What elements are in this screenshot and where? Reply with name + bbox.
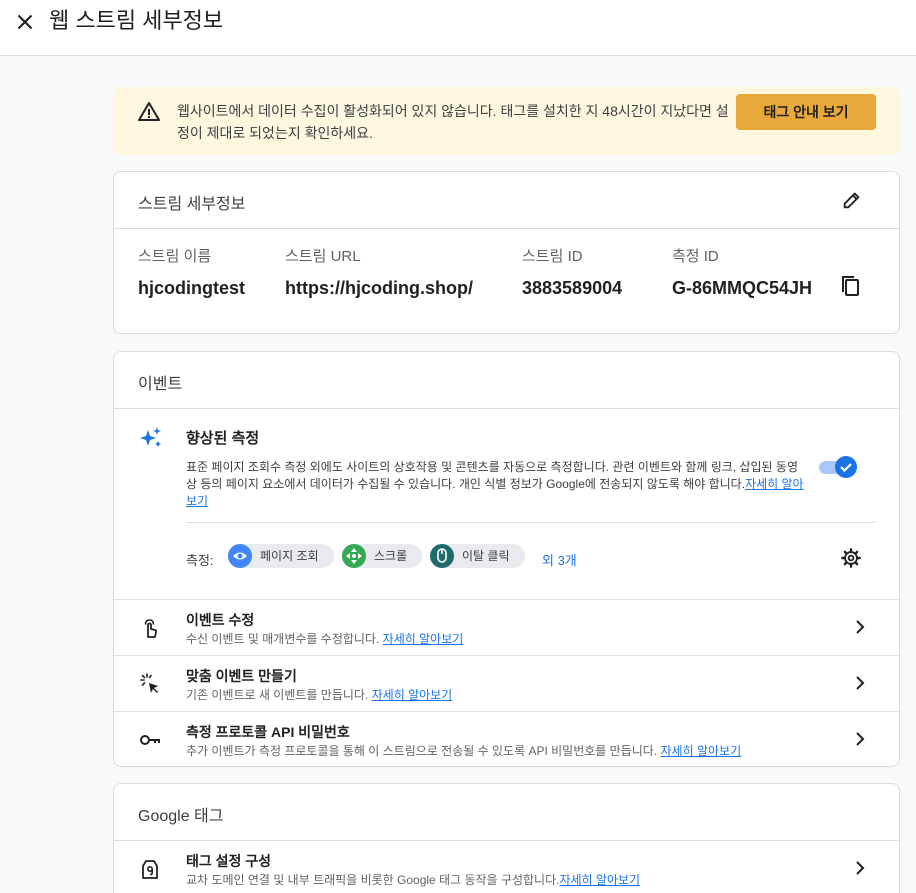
stream-id-field: 스트림 ID 3883589004 — [522, 248, 622, 299]
events-card-header: 이벤트 — [114, 352, 899, 409]
warning-icon — [137, 100, 161, 124]
stream-id-label: 스트림 ID — [522, 248, 583, 265]
events-card: 이벤트 향상된 측정 표준 페이지 조회수 측정 외에도 사이트의 상호작용 및… — [113, 351, 900, 767]
enhanced-measurement-description: 표준 페이지 조회수 측정 외에도 사이트의 상호작용 및 콘텐츠를 자동으로 … — [186, 459, 806, 510]
chip-outbound-click: 이탈 클릭 — [430, 544, 525, 568]
stream-details-card: 스트림 세부정보 스트림 이름 hjcodingtest 스트림 URL htt… — [113, 171, 900, 334]
measurement-id-value: G-86MMQC54JH — [672, 278, 813, 298]
stream-name-field: 스트림 이름 hjcodingtest — [138, 248, 245, 299]
row-configure-tag-settings-desc: 교차 도메인 연결 및 내부 트래픽을 비롯한 Google 태그 동작을 구성… — [186, 871, 640, 888]
tag-guide-button[interactable]: 태그 안내 보기 — [736, 94, 876, 130]
measure-label: 측정: — [186, 553, 214, 568]
google-tag-card-header: Google 태그 — [114, 784, 899, 841]
chevron-right-icon — [850, 858, 870, 878]
banner-message: 웹사이트에서 데이터 수집이 활성화되어 있지 않습니다. 태그를 설치한 지 … — [177, 103, 729, 141]
enhanced-measurement-toggle[interactable] — [819, 456, 857, 478]
scroll-icon — [342, 544, 366, 568]
chip-page-view: 페이지 조회 — [228, 544, 334, 568]
events-card-title: 이벤트 — [138, 376, 183, 393]
row-configure-tag-settings-desc-text: 교차 도메인 연결 및 내부 트래픽을 비롯한 Google 태그 동작을 구성… — [186, 873, 560, 887]
stream-card-title: 스트림 세부정보 — [138, 196, 246, 213]
row-modify-events-link[interactable]: 자세히 알아보기 — [383, 632, 464, 646]
stream-url-field: 스트림 URL https://hjcoding.shop/ — [285, 248, 473, 299]
mouse-icon — [430, 544, 454, 568]
chevron-right-icon — [850, 673, 870, 693]
stream-name-value: hjcodingtest — [138, 278, 245, 298]
enhanced-measurement-section: 향상된 측정 표준 페이지 조회수 측정 외에도 사이트의 상호작용 및 콘텐츠… — [114, 409, 899, 599]
more-measurements-link[interactable]: 외 3개 — [542, 550, 577, 569]
toggle-knob — [835, 456, 857, 478]
stream-url-label: 스트림 URL — [285, 248, 361, 265]
row-modify-events-desc: 수신 이벤트 및 매개변수를 수정합니다. 자세히 알아보기 — [186, 630, 463, 647]
chip-page-view-label: 페이지 조회 — [260, 549, 319, 563]
pencil-icon[interactable] — [841, 189, 863, 211]
row-measurement-protocol-api-link[interactable]: 자세히 알아보기 — [661, 744, 742, 758]
google-tag-card: Google 태그 태그 설정 구성 교차 도메인 연결 및 내부 트래픽을 비… — [113, 783, 900, 893]
row-measurement-protocol-api-title: 측정 프로토콜 API 비밀번호 — [186, 724, 350, 740]
row-modify-events[interactable]: 이벤트 수정 수신 이벤트 및 매개변수를 수정합니다. 자세히 알아보기 — [114, 599, 899, 655]
stream-name-label: 스트림 이름 — [138, 248, 212, 265]
key-icon — [138, 728, 162, 752]
row-create-custom-event-title: 맞춤 이벤트 만들기 — [186, 668, 297, 684]
divider — [186, 522, 875, 523]
measurement-id-label: 측정 ID — [672, 248, 719, 265]
row-create-custom-event-desc-text: 기존 이벤트로 새 이벤트를 만듭니다. — [186, 688, 372, 702]
chip-scroll: 스크롤 — [342, 544, 422, 568]
page-title: 웹 스트림 세부정보 — [49, 8, 224, 33]
stream-url-value: https://hjcoding.shop/ — [285, 278, 473, 298]
row-configure-tag-settings-link[interactable]: 자세히 알아보기 — [559, 873, 640, 887]
click-sparkle-icon — [138, 672, 162, 696]
row-create-custom-event-link[interactable]: 자세히 알아보기 — [372, 688, 453, 702]
row-modify-events-title: 이벤트 수정 — [186, 612, 255, 628]
row-configure-tag-settings[interactable]: 태그 설정 구성 교차 도메인 연결 및 내부 트래픽을 비롯한 Google … — [114, 841, 899, 893]
eye-icon — [228, 544, 252, 568]
touch-icon — [138, 616, 162, 640]
enhanced-description-text: 표준 페이지 조회수 측정 외에도 사이트의 상호작용 및 콘텐츠를 자동으로 … — [186, 460, 799, 491]
chip-scroll-label: 스크롤 — [374, 549, 408, 563]
close-icon[interactable] — [12, 9, 38, 35]
enhanced-measurement-heading: 향상된 측정 — [186, 430, 260, 447]
stream-id-value: 3883589004 — [522, 278, 623, 298]
chevron-right-icon — [850, 617, 870, 637]
chevron-right-icon — [850, 729, 870, 749]
copy-icon[interactable] — [840, 274, 862, 298]
row-configure-tag-settings-title: 태그 설정 구성 — [186, 853, 272, 869]
row-measurement-protocol-api-desc: 추가 이벤트가 측정 프로토콜을 통해 이 스트림으로 전송될 수 있도록 AP… — [186, 742, 741, 759]
measurement-id-field: 측정 ID G-86MMQC54JH — [672, 248, 812, 299]
row-measurement-protocol-api-desc-text: 추가 이벤트가 측정 프로토콜을 통해 이 스트림으로 전송될 수 있도록 AP… — [186, 744, 661, 758]
top-bar: 웹 스트림 세부정보 — [0, 0, 916, 56]
stream-card-header: 스트림 세부정보 — [114, 172, 899, 229]
google-tag-card-title: Google 태그 — [138, 808, 224, 825]
warning-banner: 웹사이트에서 데이터 수집이 활성화되어 있지 않습니다. 태그를 설치한 지 … — [113, 87, 900, 155]
sparkle-icon — [138, 425, 164, 451]
row-create-custom-event-desc: 기존 이벤트로 새 이벤트를 만듭니다. 자세히 알아보기 — [186, 686, 452, 703]
tag-icon — [138, 857, 162, 881]
chip-outbound-click-label: 이탈 클릭 — [462, 549, 510, 563]
gear-icon[interactable] — [840, 547, 862, 569]
row-create-custom-event[interactable]: 맞춤 이벤트 만들기 기존 이벤트로 새 이벤트를 만듭니다. 자세히 알아보기 — [114, 655, 899, 711]
row-modify-events-desc-text: 수신 이벤트 및 매개변수를 수정합니다. — [186, 632, 383, 646]
row-measurement-protocol-api[interactable]: 측정 프로토콜 API 비밀번호 추가 이벤트가 측정 프로토콜을 통해 이 스… — [114, 711, 899, 766]
